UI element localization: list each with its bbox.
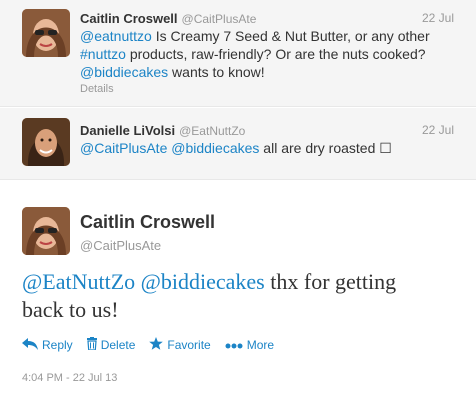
delete-button[interactable]: Delete	[86, 337, 136, 353]
tweet-date[interactable]: 22 Jul	[422, 123, 454, 137]
tweet-text-segment: products, raw-friendly? Or are the nuts …	[125, 46, 426, 62]
favorite-label: Favorite	[167, 338, 211, 352]
tweet-author-name[interactable]: Caitlin Croswell	[80, 11, 178, 26]
tweet-date[interactable]: 22 Jul	[422, 11, 454, 25]
tweet-header: Caitlin Croswell @CaitPlusAte	[80, 10, 256, 28]
main-tweet-author-handle[interactable]: @CaitPlusAte	[80, 238, 161, 253]
more-label: More	[246, 338, 275, 352]
tweet-text: @CaitPlusAte @biddiecakes all are dry ro…	[80, 139, 392, 157]
tweet-text-segment: thx for getting	[264, 269, 397, 294]
avatar[interactable]	[22, 207, 70, 255]
tweet-text: #nuttzo products, raw-friendly? Or are t…	[80, 45, 426, 63]
tweet-actions: Reply Delete Favorite More	[22, 336, 288, 354]
tweet-author-name[interactable]: Danielle LiVolsi	[80, 123, 175, 138]
trash-icon	[86, 337, 97, 353]
tweet-author-handle[interactable]: @CaitPlusAte	[182, 12, 257, 26]
mention-link[interactable]: @biddiecakes	[171, 140, 259, 156]
tweet-text-segment: Is Creamy 7 Seed & Nut Butter, or any ot…	[151, 28, 430, 44]
avatar[interactable]	[22, 9, 70, 57]
tweet-text: @biddiecakes wants to know!	[80, 63, 265, 81]
tweet-text-segment: wants to know!	[168, 64, 265, 80]
reply-button[interactable]: Reply	[22, 337, 73, 353]
star-icon	[149, 336, 164, 354]
main-tweet-author-name[interactable]: Caitlin Croswell	[80, 212, 215, 233]
delete-label: Delete	[100, 338, 136, 352]
avatar[interactable]	[22, 118, 70, 166]
tweet-text-segment: all are dry roasted ☐	[259, 140, 392, 156]
mention-link[interactable]: @biddiecakes	[141, 269, 265, 294]
more-button[interactable]: More	[225, 338, 274, 352]
reply-arrow-icon	[22, 337, 38, 353]
mention-link[interactable]: @CaitPlusAte	[80, 140, 167, 156]
mention-link[interactable]: @biddiecakes	[80, 64, 168, 80]
favorite-button[interactable]: Favorite	[149, 336, 211, 354]
mention-link[interactable]: @EatNuttZo	[22, 269, 135, 294]
details-link[interactable]: Details	[80, 83, 114, 95]
tweet-timestamp[interactable]: 4:04 PM - 22 Jul 13	[22, 372, 117, 384]
tweet-text-segment: back to us!	[22, 297, 119, 322]
mention-link[interactable]: @eatnuttzo	[80, 28, 152, 44]
main-tweet-text: @EatNuttZo @biddiecakes thx for getting …	[22, 268, 462, 324]
reply-label: Reply	[42, 338, 73, 352]
tweet-text: @eatnuttzo Is Creamy 7 Seed & Nut Butter…	[80, 27, 430, 45]
hashtag-link[interactable]: #nuttzo	[80, 46, 126, 62]
tweet-header: Danielle LiVolsi @EatNuttZo	[80, 122, 245, 140]
dots-icon	[225, 338, 243, 352]
tweet-author-handle[interactable]: @EatNuttZo	[179, 124, 245, 138]
